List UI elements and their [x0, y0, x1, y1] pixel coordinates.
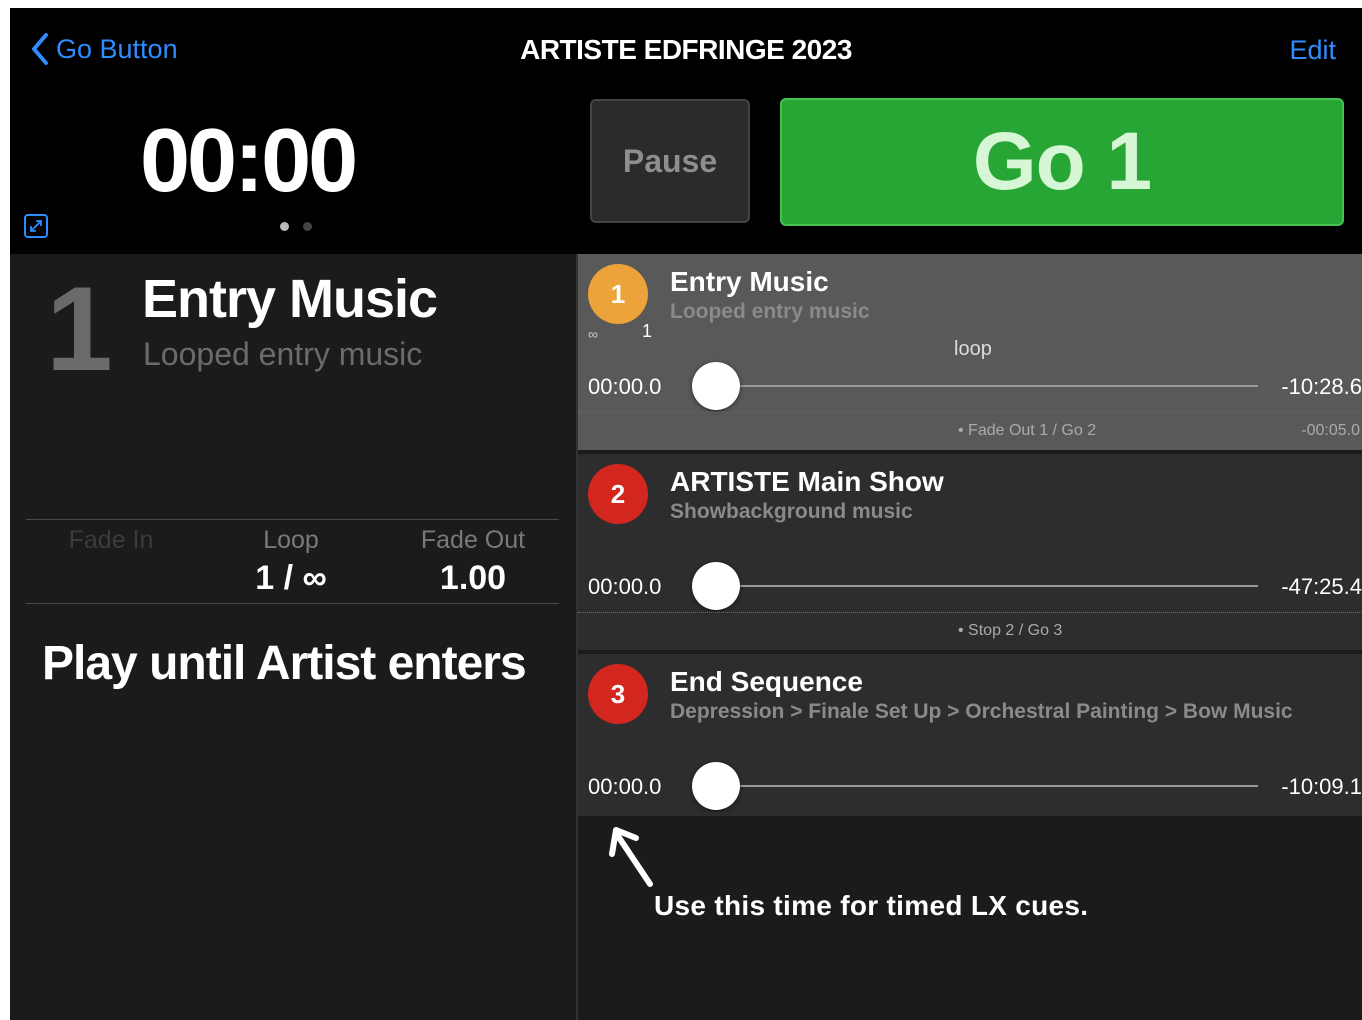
next-action: • Fade Out 1 / Go 2 [958, 422, 1097, 439]
scrub-handle[interactable] [692, 362, 740, 410]
divider [578, 412, 1362, 413]
cue-row[interactable]: 1 Entry Music Looped entry music ∞ 1 loo… [578, 254, 1362, 452]
remaining-time: -47:25.4 [1281, 574, 1362, 599]
divider [578, 612, 1362, 613]
cue-description: Depression > Finale Set Up > Orchestral … [670, 700, 1293, 723]
progress-track [718, 785, 1258, 787]
current-cue-title: Entry Music [142, 269, 438, 329]
elapsed-time: 00:00.0 [588, 574, 662, 599]
go-button[interactable]: Go 1 [780, 98, 1344, 226]
param-loop[interactable]: Loop 1 / ∞ [226, 526, 356, 598]
scrub-handle[interactable] [692, 562, 740, 610]
cue-row[interactable]: 3 End Sequence Depression > Finale Set U… [578, 654, 1362, 818]
cue-number-badge: 2 [588, 464, 648, 524]
workspace-title: ARTISTE EDFRINGE 2023 [520, 34, 852, 65]
param-value: 1 / ∞ [255, 559, 327, 597]
cue-description: Showbackground music [670, 500, 913, 523]
param-label: Loop [263, 526, 319, 554]
progress-track [718, 385, 1258, 387]
edit-button[interactable]: Edit [1289, 35, 1336, 66]
navigation-bar: Go Button ARTISTE EDFRINGE 2023 Edit [10, 8, 1362, 92]
param-fade-in[interactable]: Fade In [46, 526, 176, 559]
elapsed-clock: 00:00 [140, 111, 358, 211]
infinity-icon: ∞ [588, 326, 598, 342]
current-cue-subtitle: Looped entry music [143, 336, 423, 372]
next-action: • Stop 2 / Go 3 [958, 622, 1063, 639]
param-value: 1.00 [439, 559, 507, 597]
next-action-time: -00:05.0 [1301, 422, 1360, 439]
cue-parameters: Fade In Loop 1 / ∞ Fade Out 1.00 [26, 519, 559, 604]
cue-name: End Sequence [670, 666, 863, 697]
cue-row[interactable]: 2 ARTISTE Main Show Showbackground music… [578, 454, 1362, 652]
progress-track [718, 585, 1258, 587]
annotation-text: Use this time for timed LX cues. [654, 890, 1089, 921]
cue-number-badge: 1 [588, 264, 648, 324]
expand-icon[interactable] [24, 214, 48, 238]
cue-notes: Play until Artist enters [42, 637, 527, 690]
scrub-handle[interactable] [692, 762, 740, 810]
page-dot [303, 222, 312, 231]
arrow-icon [609, 827, 653, 887]
current-cue-panel: 1 Entry Music Looped entry music Fade In… [10, 254, 576, 1020]
page-dot [280, 222, 289, 231]
cue-description: Looped entry music [670, 300, 870, 323]
remaining-time: -10:09.1 [1281, 774, 1362, 799]
cue-name: Entry Music [670, 266, 829, 297]
param-label: Fade In [68, 526, 154, 554]
pause-button[interactable]: Pause [590, 99, 750, 223]
cue-name: ARTISTE Main Show [670, 466, 944, 497]
page-indicator[interactable] [280, 222, 312, 231]
loop-label: loop [954, 338, 992, 360]
loop-count: 1 [642, 321, 653, 341]
param-label: Fade Out [420, 526, 526, 554]
app-window: Go Button ARTISTE EDFRINGE 2023 Edit 00:… [10, 8, 1362, 1020]
cue-number-badge: 3 [588, 664, 648, 724]
elapsed-time: 00:00.0 [588, 374, 662, 399]
remaining-time: -10:28.6 [1281, 374, 1362, 399]
param-fade-out[interactable]: Fade Out 1.00 [408, 526, 538, 598]
current-cue-number: 1 [46, 262, 113, 396]
elapsed-time: 00:00.0 [588, 774, 662, 799]
